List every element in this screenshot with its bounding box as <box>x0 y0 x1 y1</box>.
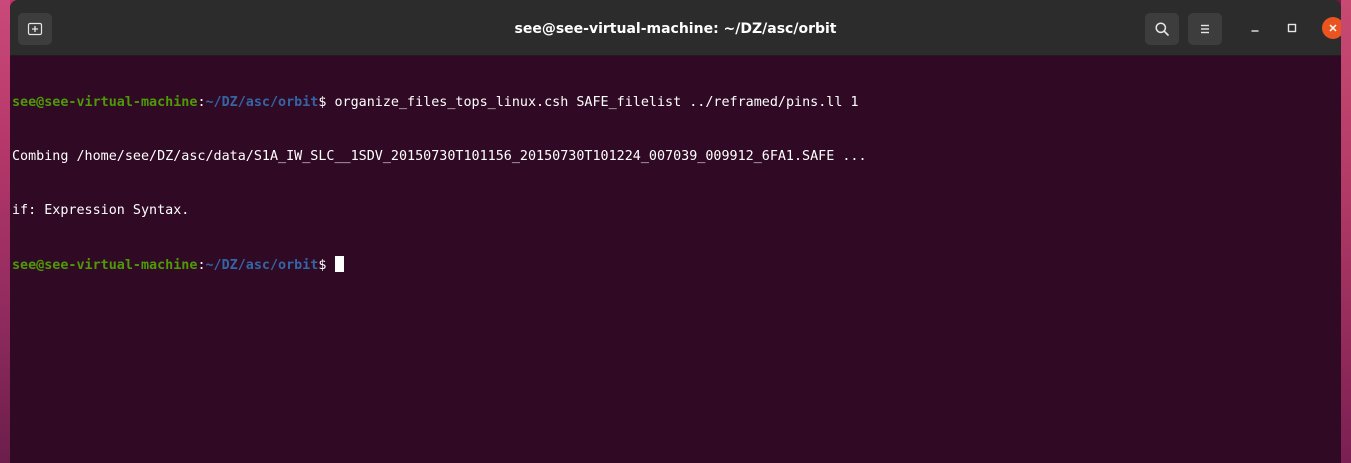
terminal-window: see@see-virtual-machine: ~/DZ/asc/orbit <box>10 0 1341 463</box>
new-tab-button[interactable] <box>18 13 52 45</box>
desktop-background-right <box>1341 0 1351 463</box>
prompt-colon: : <box>197 258 206 273</box>
desktop-background-left <box>0 0 10 463</box>
title-bar[interactable]: see@see-virtual-machine: ~/DZ/asc/orbit <box>10 0 1341 56</box>
new-tab-icon <box>27 22 43 36</box>
terminal-output-area[interactable]: see@see-virtual-machine:~/DZ/asc/orbit$ … <box>10 56 1341 310</box>
terminal-line-error: if: Expression Syntax. <box>12 203 190 218</box>
close-icon <box>1329 24 1337 32</box>
close-button[interactable] <box>1322 17 1341 39</box>
terminal-line-output: Combing /home/see/DZ/asc/data/S1A_IW_SLC… <box>12 149 867 164</box>
maximize-button[interactable] <box>1281 17 1303 39</box>
hamburger-menu-icon <box>1201 24 1209 34</box>
window-title: see@see-virtual-machine: ~/DZ/asc/orbit <box>514 21 837 37</box>
prompt-colon: : <box>197 95 206 110</box>
menu-button[interactable] <box>1188 13 1222 45</box>
terminal-line-command: see@see-virtual-machine:~/DZ/asc/orbit$ … <box>12 94 1341 112</box>
prompt-user-host: see@see-virtual-machine <box>12 258 198 273</box>
minimize-button[interactable] <box>1244 17 1266 39</box>
maximize-icon <box>1287 23 1297 33</box>
terminal-line-prompt: see@see-virtual-machine:~/DZ/asc/orbit$ <box>12 256 1341 274</box>
command-input[interactable] <box>326 258 334 273</box>
minimize-icon <box>1251 30 1259 32</box>
prompt-path: ~/DZ/asc/orbit <box>205 95 319 110</box>
prompt-path: ~/DZ/asc/orbit <box>205 258 319 273</box>
prompt-user-host: see@see-virtual-machine <box>12 95 198 110</box>
command-text: organize_files_tops_linux.csh SAFE_filel… <box>326 95 859 110</box>
text-cursor <box>334 256 344 272</box>
search-button[interactable] <box>1145 13 1179 45</box>
search-icon <box>1155 22 1169 36</box>
